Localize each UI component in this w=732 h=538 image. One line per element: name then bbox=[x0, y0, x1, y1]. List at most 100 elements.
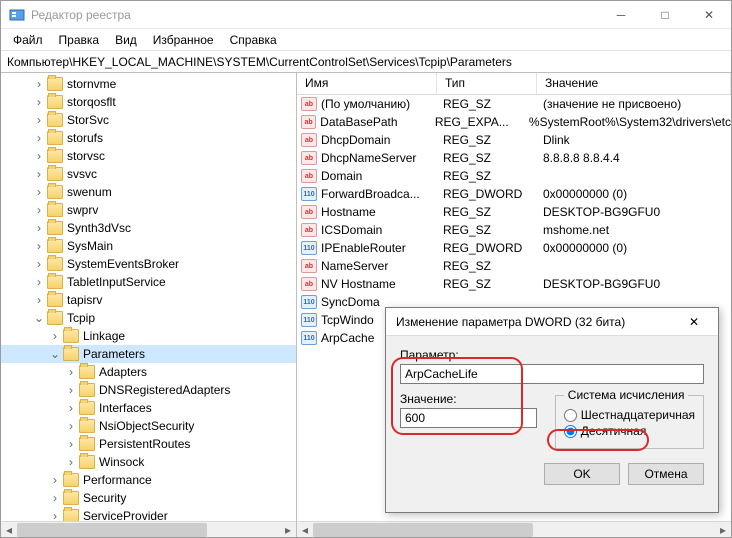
chevron-right-icon[interactable]: › bbox=[65, 365, 77, 379]
tree-item[interactable]: ›Synth3dVsc bbox=[1, 219, 296, 237]
chevron-right-icon[interactable]: › bbox=[49, 473, 61, 487]
tree-item[interactable]: ›stornvme bbox=[1, 75, 296, 93]
tree-item[interactable]: ⌄ Tcpip bbox=[1, 309, 296, 327]
tree-item[interactable]: ›swprv bbox=[1, 201, 296, 219]
tree-item[interactable]: ›TabletInputService bbox=[1, 273, 296, 291]
grid-hscroll[interactable]: ◂ ▸ bbox=[297, 521, 731, 537]
radio-hex[interactable]: Шестнадцатеричная bbox=[564, 408, 695, 422]
minimize-button[interactable]: ─ bbox=[599, 1, 643, 29]
window-title: Редактор реестра bbox=[31, 8, 599, 22]
value-row[interactable]: abDomainREG_SZ bbox=[297, 167, 731, 185]
tree-item[interactable]: ›Adapters bbox=[1, 363, 296, 381]
tree-item[interactable]: ›Performance bbox=[1, 471, 296, 489]
chevron-right-icon[interactable]: › bbox=[65, 401, 77, 415]
titlebar: Редактор реестра ─ □ ✕ bbox=[1, 1, 731, 29]
chevron-right-icon[interactable]: › bbox=[65, 455, 77, 469]
tree-item[interactable]: ›Linkage bbox=[1, 327, 296, 345]
chevron-right-icon[interactable]: › bbox=[49, 329, 61, 343]
tree-item[interactable]: ›storqosflt bbox=[1, 93, 296, 111]
tree-item[interactable]: ›PersistentRoutes bbox=[1, 435, 296, 453]
dword-value-icon: 110 bbox=[301, 241, 317, 255]
dialog-close-button[interactable]: ✕ bbox=[674, 309, 714, 335]
col-type[interactable]: Тип bbox=[437, 73, 537, 94]
value-row[interactable]: abDhcpNameServerREG_SZ8.8.8.8 8.8.4.4 bbox=[297, 149, 731, 167]
tree-item[interactable]: ›NsiObjectSecurity bbox=[1, 417, 296, 435]
chevron-right-icon[interactable]: › bbox=[33, 221, 45, 235]
scroll-left-icon[interactable]: ◂ bbox=[297, 522, 313, 538]
tree-item[interactable]: ›StorSvc bbox=[1, 111, 296, 129]
chevron-right-icon[interactable]: › bbox=[33, 113, 45, 127]
param-name-input[interactable] bbox=[400, 364, 704, 384]
tree-item[interactable]: ›svsvc bbox=[1, 165, 296, 183]
chevron-right-icon[interactable]: › bbox=[33, 293, 45, 307]
chevron-right-icon[interactable]: › bbox=[65, 383, 77, 397]
menu-favorites[interactable]: Избранное bbox=[145, 31, 222, 49]
scroll-right-icon[interactable]: ▸ bbox=[715, 522, 731, 538]
value-row[interactable]: abICSDomainREG_SZmshome.net bbox=[297, 221, 731, 239]
chevron-right-icon[interactable]: › bbox=[65, 437, 77, 451]
menu-view[interactable]: Вид bbox=[107, 31, 145, 49]
value-row[interactable]: 110IPEnableRouterREG_DWORD0x00000000 (0) bbox=[297, 239, 731, 257]
string-value-icon: ab bbox=[301, 97, 317, 111]
chevron-right-icon[interactable]: › bbox=[33, 257, 45, 271]
radio-dec[interactable]: Десятичная bbox=[564, 424, 695, 438]
chevron-right-icon[interactable]: › bbox=[33, 131, 45, 145]
tree-hscroll[interactable]: ◂ ▸ bbox=[1, 521, 296, 537]
base-fieldset: Система исчисления Шестнадцатеричная Дес… bbox=[555, 388, 704, 449]
ok-button[interactable]: OK bbox=[544, 463, 620, 485]
scroll-right-icon[interactable]: ▸ bbox=[280, 522, 296, 538]
column-headers[interactable]: Имя Тип Значение bbox=[297, 73, 731, 95]
tree-item[interactable]: ›tapisrv bbox=[1, 291, 296, 309]
cancel-button[interactable]: Отмена bbox=[628, 463, 704, 485]
tree[interactable]: ›stornvme›storqosflt›StorSvc›storufs›sto… bbox=[1, 73, 296, 521]
chevron-right-icon[interactable]: › bbox=[33, 185, 45, 199]
close-button[interactable]: ✕ bbox=[687, 1, 731, 29]
chevron-right-icon[interactable]: › bbox=[33, 275, 45, 289]
tree-item[interactable]: ›storvsc bbox=[1, 147, 296, 165]
chevron-right-icon[interactable]: › bbox=[49, 491, 61, 505]
tree-item[interactable]: ›storufs bbox=[1, 129, 296, 147]
chevron-down-icon[interactable]: ⌄ bbox=[33, 311, 45, 325]
chevron-down-icon[interactable]: ⌄ bbox=[49, 347, 61, 361]
chevron-right-icon[interactable]: › bbox=[33, 203, 45, 217]
chevron-right-icon[interactable]: › bbox=[33, 149, 45, 163]
chevron-right-icon[interactable]: › bbox=[33, 167, 45, 181]
dword-value-icon: 110 bbox=[301, 187, 317, 201]
folder-icon bbox=[63, 509, 79, 521]
tree-item[interactable]: ›Interfaces bbox=[1, 399, 296, 417]
chevron-right-icon[interactable]: › bbox=[33, 95, 45, 109]
value-row[interactable]: abHostnameREG_SZDESKTOP-BG9GFU0 bbox=[297, 203, 731, 221]
value-row[interactable]: 110ForwardBroadca...REG_DWORD0x00000000 … bbox=[297, 185, 731, 203]
tree-item[interactable]: ›ServiceProvider bbox=[1, 507, 296, 521]
col-value[interactable]: Значение bbox=[537, 73, 731, 94]
value-row[interactable]: abNV HostnameREG_SZDESKTOP-BG9GFU0 bbox=[297, 275, 731, 293]
tree-item[interactable]: ⌄Parameters bbox=[1, 345, 296, 363]
dword-value-icon: 110 bbox=[301, 295, 317, 309]
chevron-right-icon[interactable]: › bbox=[33, 77, 45, 91]
scroll-left-icon[interactable]: ◂ bbox=[1, 522, 17, 538]
address-bar[interactable]: Компьютер\HKEY_LOCAL_MACHINE\SYSTEM\Curr… bbox=[1, 51, 731, 73]
value-row[interactable]: abDhcpDomainREG_SZDlink bbox=[297, 131, 731, 149]
base-legend: Система исчисления bbox=[564, 388, 689, 402]
tree-item-label: Tcpip bbox=[67, 311, 95, 325]
tree-item[interactable]: ›SystemEventsBroker bbox=[1, 255, 296, 273]
value-row[interactable]: abDataBasePathREG_EXPA...%SystemRoot%\Sy… bbox=[297, 113, 731, 131]
maximize-button[interactable]: □ bbox=[643, 1, 687, 29]
value-data: %SystemRoot%\System32\drivers\etc bbox=[529, 115, 731, 129]
chevron-right-icon[interactable]: › bbox=[33, 239, 45, 253]
chevron-right-icon[interactable]: › bbox=[65, 419, 77, 433]
menu-help[interactable]: Справка bbox=[222, 31, 285, 49]
value-input[interactable] bbox=[400, 408, 537, 428]
chevron-right-icon[interactable]: › bbox=[49, 509, 61, 521]
value-row[interactable]: abNameServerREG_SZ bbox=[297, 257, 731, 275]
col-name[interactable]: Имя bbox=[297, 73, 437, 94]
value-row[interactable]: ab(По умолчанию)REG_SZ(значение не присв… bbox=[297, 95, 731, 113]
tree-item[interactable]: ›Security bbox=[1, 489, 296, 507]
menu-file[interactable]: Файл bbox=[5, 31, 51, 49]
tree-item[interactable]: ›swenum bbox=[1, 183, 296, 201]
tree-item[interactable]: ›SysMain bbox=[1, 237, 296, 255]
tree-item[interactable]: ›Winsock bbox=[1, 453, 296, 471]
string-value-icon: ab bbox=[301, 115, 316, 129]
tree-item[interactable]: ›DNSRegisteredAdapters bbox=[1, 381, 296, 399]
menu-edit[interactable]: Правка bbox=[51, 31, 108, 49]
